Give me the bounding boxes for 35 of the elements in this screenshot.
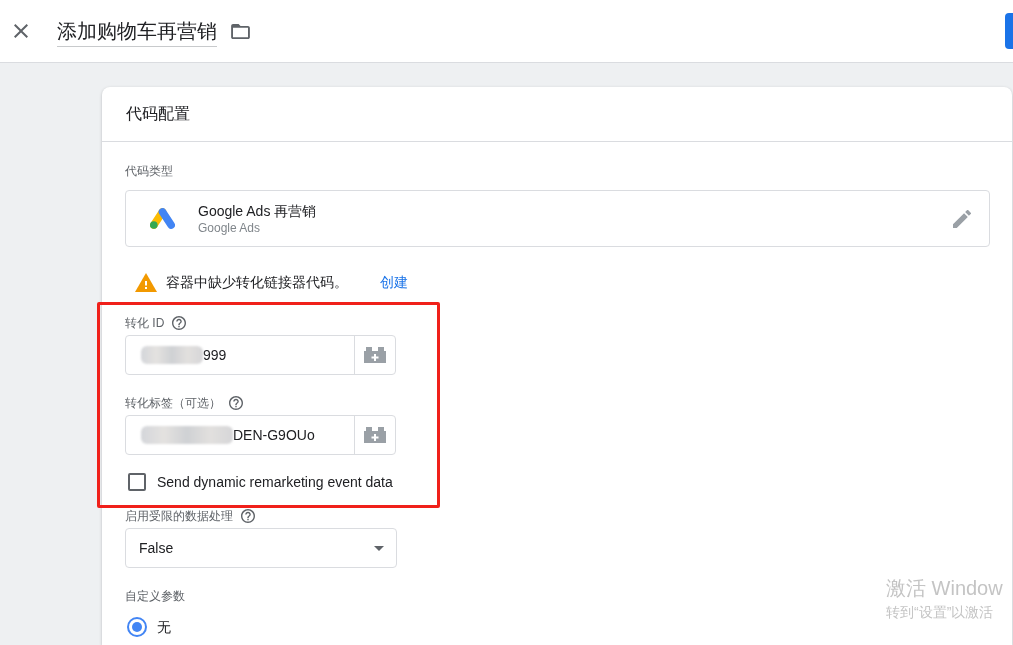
activation-notice-title: 激活 Window <box>886 576 1003 601</box>
field-value: DEN-G9OUo <box>233 426 315 444</box>
radio-label: 无 <box>157 618 171 636</box>
card-title: 代码配置 <box>126 104 190 124</box>
warning-message: 容器中缺少转化链接器代码。 <box>166 273 348 291</box>
dropdown[interactable]: False <box>125 528 397 568</box>
help-icon[interactable] <box>229 396 243 410</box>
help-icon[interactable] <box>241 509 255 523</box>
tag-type-vendor: Google Ads <box>198 219 262 236</box>
help-icon[interactable] <box>172 316 187 330</box>
folder-icon[interactable] <box>231 23 250 39</box>
text-field[interactable]: DEN-G9OUo <box>125 415 396 455</box>
create-link[interactable]: 创建 <box>380 273 408 291</box>
tag-type-name: Google Ads 再营销 <box>198 201 317 220</box>
brick-plus-icon <box>364 347 386 363</box>
close-button[interactable] <box>11 21 31 41</box>
radio-button[interactable] <box>127 617 147 637</box>
field-value: 999 <box>203 346 227 364</box>
caret-icon <box>374 545 384 551</box>
text-field[interactable]: 999 <box>125 335 396 375</box>
checkbox-label: Send dynamic remarketing event data <box>157 473 393 491</box>
field-label: 启用受限的数据处理 <box>125 508 233 524</box>
pencil-icon[interactable] <box>953 209 971 228</box>
checkbox[interactable] <box>128 473 146 491</box>
field-label: 转化 ID <box>125 315 165 331</box>
brick-plus-icon <box>364 427 386 443</box>
logo-icon <box>150 208 175 229</box>
field-label: 转化标签（可选） <box>125 395 221 411</box>
activation-notice-text: 转到“设置”以激活 <box>886 603 995 621</box>
tag-type-card[interactable]: Google Ads 再营销 Google Ads <box>125 190 990 247</box>
warning-icon <box>135 272 157 292</box>
title-field[interactable]: 添加购物车再营销 <box>57 17 217 47</box>
section-label: 代码类型 <box>125 163 174 179</box>
close-icon <box>14 24 28 38</box>
field-label: 自定义参数 <box>125 588 185 604</box>
